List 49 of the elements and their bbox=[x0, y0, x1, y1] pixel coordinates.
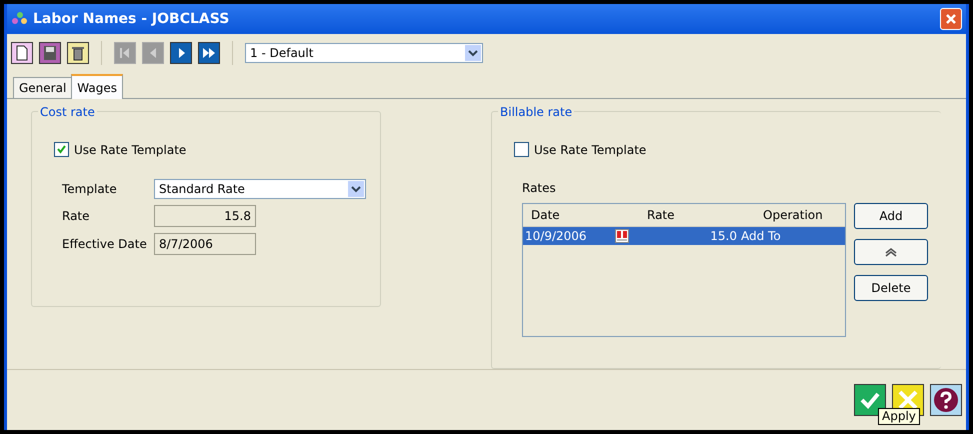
x-icon bbox=[897, 389, 919, 411]
record-dropdown[interactable]: 1 - Default bbox=[245, 43, 483, 63]
field-label: Rate bbox=[62, 209, 91, 223]
group-title: Cost rate bbox=[38, 105, 97, 119]
table-row[interactable]: 10/9/2006 15.0 Add To bbox=[523, 227, 845, 245]
rates-label: Rates bbox=[522, 181, 557, 195]
trash-button[interactable] bbox=[67, 42, 89, 64]
close-button[interactable] bbox=[940, 8, 962, 30]
new-document-icon bbox=[15, 45, 29, 61]
double-chevron-up-icon bbox=[884, 247, 898, 257]
column-header[interactable]: Date bbox=[523, 208, 639, 222]
field-label: Template bbox=[62, 182, 118, 196]
trash-icon bbox=[71, 45, 85, 61]
checkbox[interactable] bbox=[54, 142, 69, 157]
table-cell-text: Add To bbox=[740, 228, 782, 245]
help-button[interactable] bbox=[930, 384, 962, 416]
action-button[interactable]: Delete bbox=[854, 275, 928, 301]
checkbox[interactable] bbox=[514, 142, 529, 157]
action-button[interactable]: Add bbox=[854, 203, 928, 229]
skip-back-icon bbox=[118, 45, 132, 61]
fast-forward-icon bbox=[202, 45, 216, 61]
table-cell: 10/9/2006 bbox=[525, 229, 587, 243]
move-up-button[interactable] bbox=[854, 239, 928, 265]
group-title: Billable rate bbox=[498, 105, 574, 119]
checkbox-label: Use Rate Template bbox=[74, 142, 186, 156]
tooltip: Apply bbox=[878, 408, 920, 425]
new-document-button[interactable] bbox=[11, 42, 33, 64]
chevron-down-icon bbox=[351, 185, 361, 193]
app-icon bbox=[11, 11, 29, 27]
calendar-icon[interactable] bbox=[615, 229, 629, 243]
checkbox-label: Use Rate Template bbox=[534, 142, 646, 156]
table-cell-text: 15.0 bbox=[709, 228, 738, 245]
tab[interactable]: General bbox=[13, 77, 72, 98]
play-button[interactable] bbox=[170, 42, 192, 64]
close-icon bbox=[945, 13, 957, 25]
field-label: Effective Date bbox=[62, 237, 148, 251]
column-header[interactable]: Rate bbox=[639, 208, 755, 222]
template-dropdown[interactable]: Standard Rate bbox=[154, 179, 366, 199]
rate-field[interactable]: 15.8 bbox=[154, 205, 256, 227]
checkmark-icon bbox=[860, 391, 880, 409]
tab[interactable]: Wages bbox=[71, 74, 123, 99]
save-icon bbox=[43, 45, 57, 61]
column-header[interactable]: Operation bbox=[755, 208, 845, 222]
fast-forward-button[interactable] bbox=[198, 42, 220, 64]
window-title: Labor Names - JOBCLASS bbox=[33, 11, 230, 27]
save-button[interactable] bbox=[39, 42, 61, 64]
chevron-down-icon bbox=[468, 49, 478, 57]
date-field[interactable]: 8/7/2006 bbox=[154, 233, 256, 255]
question-mark-icon bbox=[933, 387, 959, 413]
